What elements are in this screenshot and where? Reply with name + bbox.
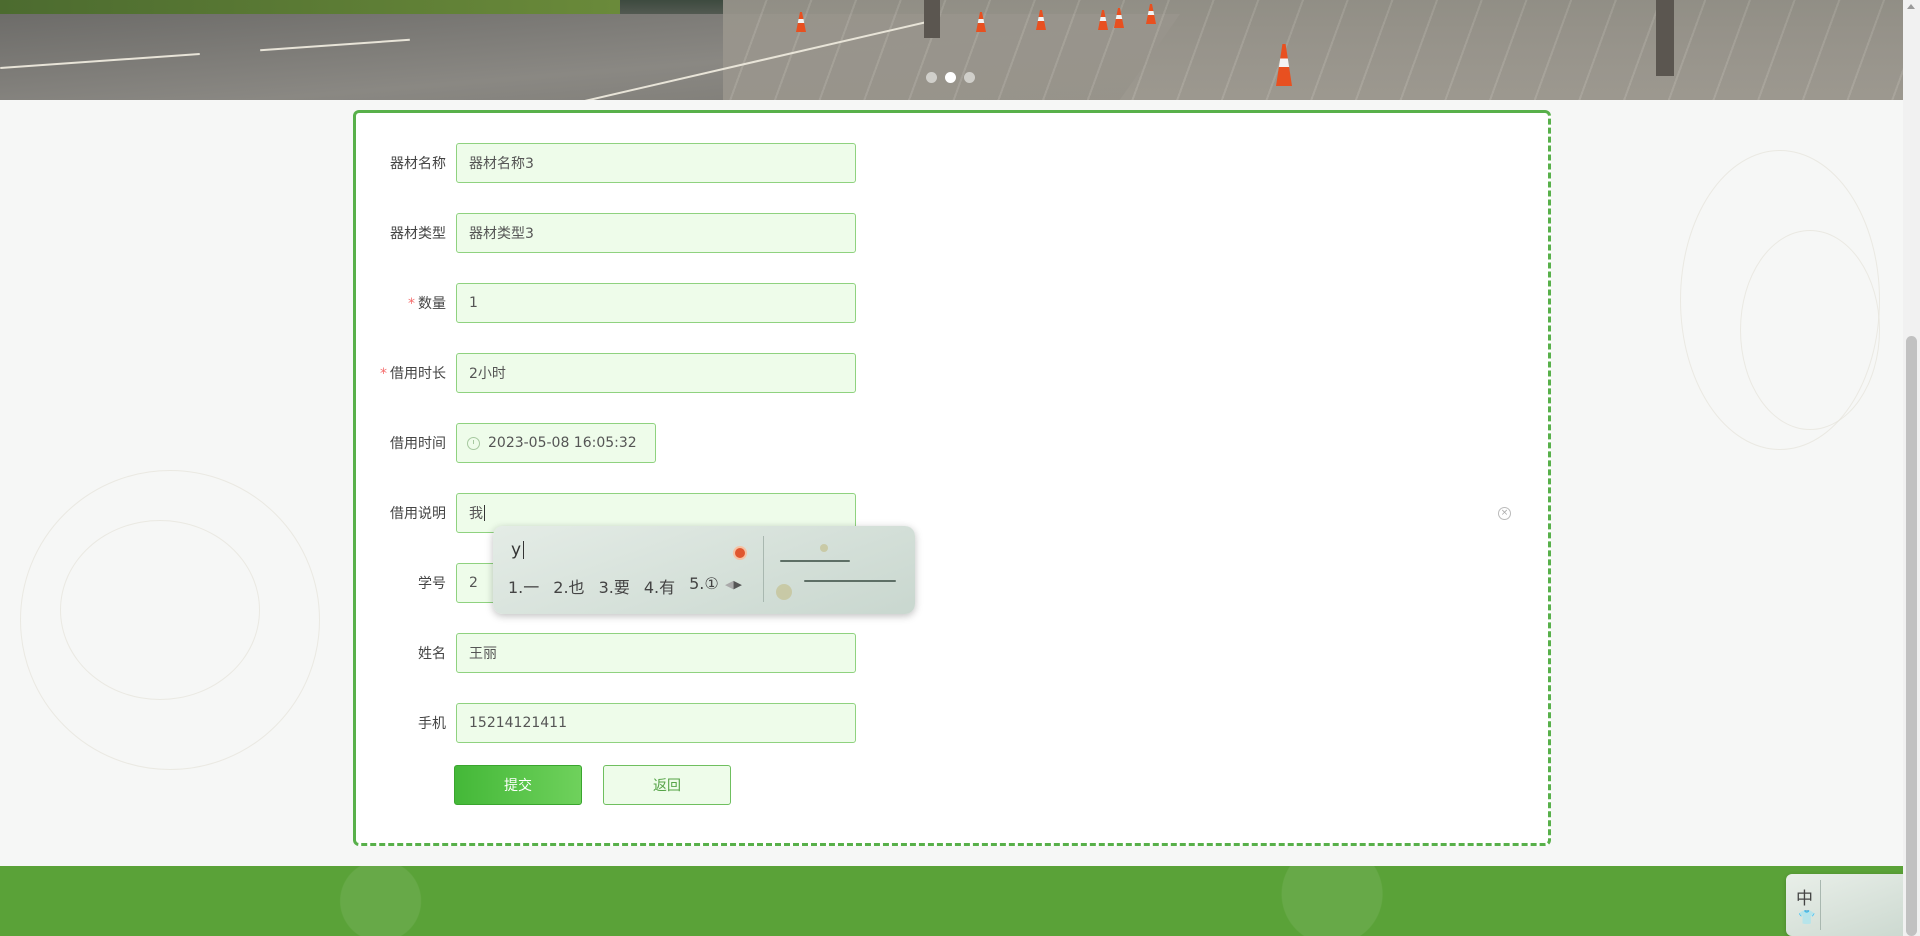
ime-toolbar-divider [1820, 880, 1821, 930]
ime-skin-artwork [776, 544, 904, 600]
equipment-name-input[interactable]: 器材名称3 [456, 143, 856, 183]
ime-mode-toggle[interactable]: 中 [1796, 884, 1813, 909]
quantity-input[interactable]: 1 [456, 283, 856, 323]
ime-page-arrows: ◀▶ [725, 578, 742, 591]
student-id-label: 学号 [418, 576, 446, 592]
back-button[interactable]: 返回 [603, 765, 731, 805]
phone-label: 手机 [418, 716, 446, 732]
name-label: 姓名 [418, 646, 446, 662]
scrollbar-thumb[interactable] [1906, 336, 1917, 936]
ime-toolbar[interactable]: 中 👕 [1786, 874, 1920, 936]
ime-candidate[interactable]: 2.也 [553, 574, 584, 598]
page-scrollbar[interactable] [1903, 0, 1920, 936]
ime-candidate[interactable]: 5.① [689, 574, 719, 598]
lotus-decoration [1740, 230, 1880, 430]
carousel-dot-2[interactable] [945, 72, 956, 83]
form-row-equipment-name: 器材名称 器材名称3 [356, 143, 856, 183]
required-mark: * [408, 296, 415, 312]
decor-scribble [780, 560, 850, 562]
carousel-dot-3[interactable] [964, 72, 975, 83]
decor-scribble [804, 580, 896, 582]
ime-next-icon[interactable]: ▶ [733, 578, 741, 591]
ime-skin-shirt-icon[interactable]: 👕 [1798, 910, 1815, 926]
ime-candidate[interactable]: 4.有 [644, 574, 675, 598]
carousel-indicators [926, 72, 975, 83]
ime-candidate-window: y 1.一 2.也 3.要 4.有 5.① ◀▶ [493, 526, 915, 614]
form-row-equipment-type: 器材类型 器材类型3 [356, 213, 856, 253]
decor-blob [776, 584, 792, 600]
phone-input[interactable]: 15214121411 [456, 703, 856, 743]
quantity-label: * 数量 [408, 296, 446, 312]
banner-pole [924, 0, 940, 38]
decor-blob [820, 544, 828, 552]
borrow-form-card: 器材名称 器材名称3 器材类型 器材类型3 * 数量 1 * 借用时长 2小时 借用… [353, 110, 1551, 846]
equipment-type-input[interactable]: 器材类型3 [456, 213, 856, 253]
banner-pole [1656, 0, 1674, 76]
clear-icon[interactable]: × [1498, 507, 1511, 520]
name-input[interactable]: 王丽 [456, 633, 856, 673]
form-row-name: 姓名 王丽 [356, 633, 856, 673]
equipment-type-label: 器材类型 [390, 226, 446, 242]
ime-candidate[interactable]: 3.要 [599, 574, 630, 598]
ime-skin-icon[interactable] [733, 546, 747, 560]
equipment-name-label: 器材名称 [390, 156, 446, 172]
banner-carousel [0, 0, 1903, 100]
borrow-time-picker[interactable]: 2023-05-08 16:05:32 [456, 423, 656, 463]
lotus-decoration [60, 520, 260, 700]
form-row-duration: * 借用时长 2小时 [356, 353, 856, 393]
required-mark: * [380, 366, 387, 382]
form-row-borrow-time: 借用时间 2023-05-08 16:05:32 [356, 423, 656, 463]
text-caret [484, 505, 485, 521]
page-footer [0, 866, 1903, 936]
banner-pavement [723, 0, 1903, 100]
ime-candidate-list: 1.一 2.也 3.要 4.有 5.① [508, 574, 719, 598]
carousel-dot-1[interactable] [926, 72, 937, 83]
submit-button[interactable]: 提交 [454, 765, 582, 805]
borrow-time-label: 借用时间 [390, 436, 446, 452]
form-row-quantity: * 数量 1 [356, 283, 856, 323]
duration-label: * 借用时长 [380, 366, 446, 382]
clock-icon [467, 436, 480, 450]
ime-divider [763, 536, 764, 602]
description-label: 借用说明 [390, 506, 446, 522]
ime-caret [523, 541, 525, 559]
duration-input[interactable]: 2小时 [456, 353, 856, 393]
ime-candidate[interactable]: 1.一 [508, 574, 539, 598]
form-row-phone: 手机 15214121411 [356, 703, 856, 743]
scroll-up-icon[interactable] [1907, 4, 1915, 9]
borrow-time-value: 2023-05-08 16:05:32 [488, 435, 637, 451]
ime-composition: y [511, 540, 525, 560]
